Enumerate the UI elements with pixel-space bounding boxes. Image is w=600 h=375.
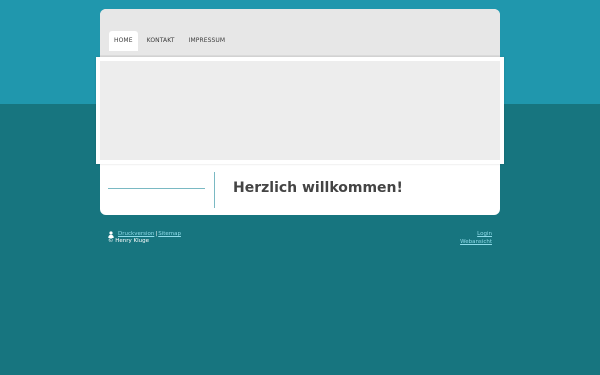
nav-menu: HOME KONTAKT IMPRESSUM	[109, 31, 234, 51]
sitemap-link[interactable]: Sitemap	[158, 231, 181, 238]
user-icon	[108, 231, 114, 238]
webansicht-link[interactable]: Webansicht	[460, 239, 492, 247]
copyright-text: © Henry Kluge	[108, 238, 150, 244]
nav-item-impressum[interactable]: IMPRESSUM	[184, 31, 231, 51]
page-title: Herzlich willkommen!	[233, 180, 403, 196]
navigation-bar: HOME KONTAKT IMPRESSUM	[100, 9, 500, 55]
footer-separator: |	[155, 231, 158, 237]
sidebar-rule	[108, 188, 205, 189]
login-link[interactable]: Login	[460, 231, 492, 239]
footer-right: Login Webansicht	[460, 231, 492, 246]
header-banner	[96, 57, 504, 164]
footer-left: Druckversion | Sitemap © Henry Kluge	[108, 231, 181, 245]
nav-item-home[interactable]: HOME	[109, 31, 138, 51]
nav-item-kontakt[interactable]: KONTAKT	[142, 31, 180, 51]
print-version-link[interactable]: Druckversion	[118, 231, 154, 238]
footer-links-row: Druckversion | Sitemap	[108, 231, 181, 238]
content-divider	[214, 172, 215, 208]
